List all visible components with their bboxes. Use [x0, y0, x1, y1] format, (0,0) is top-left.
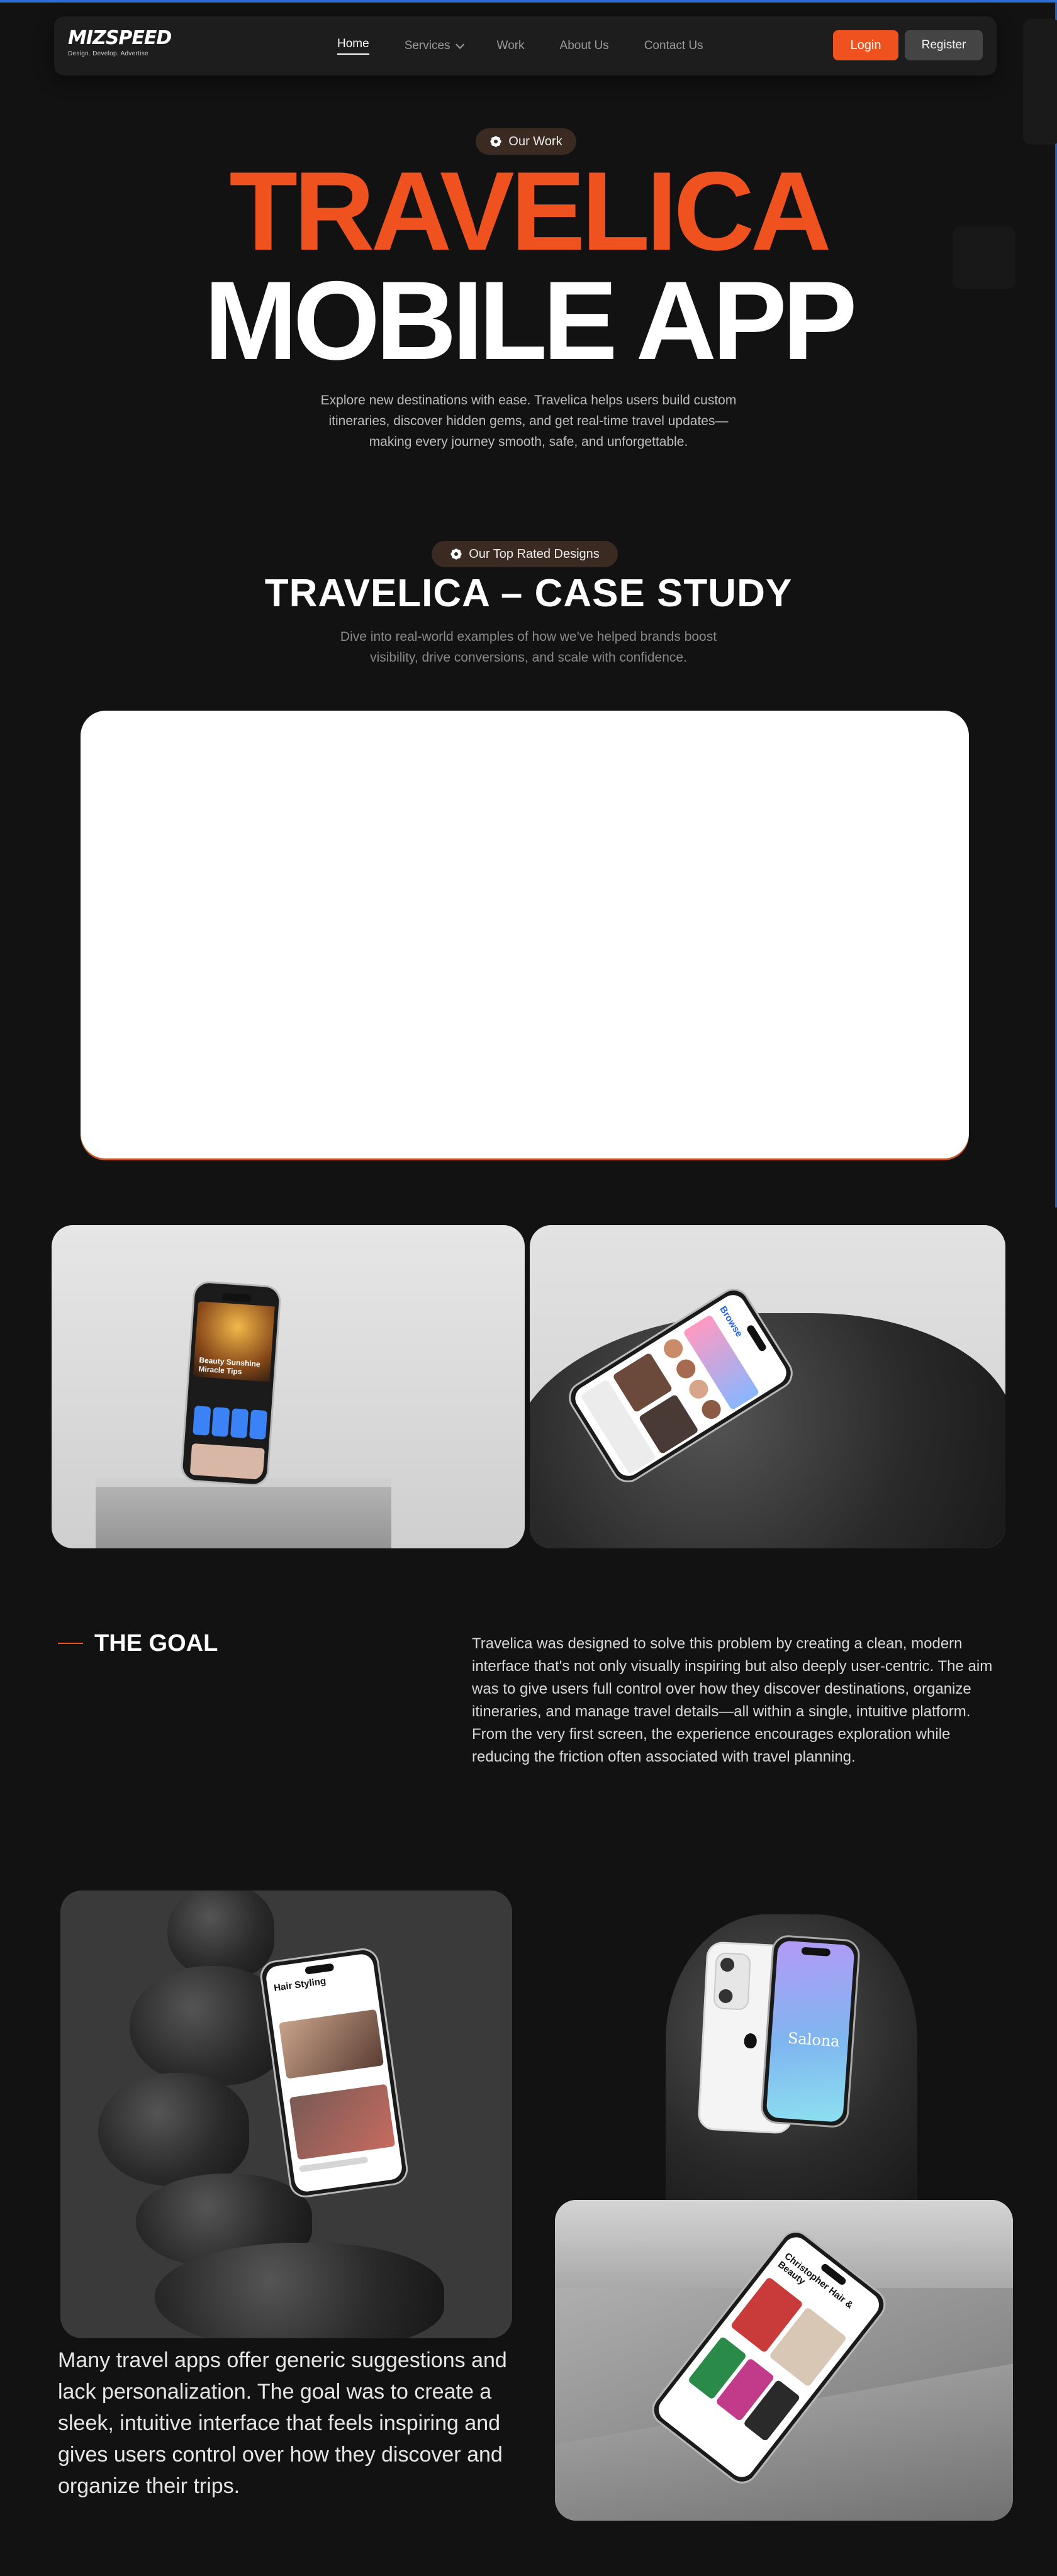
logo-tagline: Design. Develop. Advertise	[68, 50, 148, 57]
phone-mockup: Hair Styling	[258, 1946, 410, 2200]
goal-text: Travelica was designed to solve this pro…	[472, 1635, 993, 1765]
case-study-description: Dive into real-world examples of how we'…	[340, 630, 717, 665]
goal-divider	[58, 1643, 83, 1644]
mockup-image-stacked-rocks: Hair Styling	[60, 1890, 512, 2338]
rock	[167, 1890, 274, 1979]
pill-label: Our Work	[508, 134, 562, 148]
mockup-image-stairs: Christopher Hair & Beauty	[555, 2200, 1013, 2521]
hero-description: Explore new destinations with ease. Trav…	[320, 393, 737, 449]
nav-link-about[interactable]: About Us	[560, 39, 609, 53]
nav-link-home[interactable]: Home	[337, 37, 369, 55]
mockup-image-phone-back: Salona	[640, 1902, 942, 2204]
side-panel	[1023, 19, 1057, 145]
phone-screen-title: Hair Styling	[273, 1975, 327, 1994]
nav-links: Home Services Work About Us Contact Us	[337, 16, 703, 75]
nav-link-label: Services	[404, 39, 450, 52]
phone-screen-title: Salona	[787, 2029, 841, 2051]
rock	[98, 2073, 249, 2186]
navbar: MIZSPEED Design. Develop. Advertise Home…	[54, 16, 997, 75]
bottom-paragraph: Many travel apps offer generic suggestio…	[58, 2348, 507, 2498]
goal-heading: THE GOAL	[94, 1630, 218, 1657]
nav-link-services[interactable]: Services	[404, 39, 464, 53]
hero-title-line2: MOBILE APP	[204, 258, 857, 383]
register-button[interactable]: Register	[905, 30, 983, 60]
chevron-down-icon	[455, 40, 464, 49]
mockup-image-rock: Browse	[530, 1225, 1005, 1548]
case-study-title: TRAVELICA – CASE STUDY	[264, 572, 793, 615]
logo[interactable]: MIZSPEED Design. Develop. Advertise	[68, 27, 172, 63]
top-rated-pill: Our Top Rated Designs	[432, 541, 618, 567]
logo-text: MIZSPEED	[68, 27, 172, 49]
login-button[interactable]: Login	[833, 30, 898, 60]
pill-label: Our Top Rated Designs	[469, 547, 600, 561]
nav-link-work[interactable]: Work	[497, 39, 525, 53]
phone-mockup: Salona	[759, 1934, 861, 2129]
top-border	[0, 0, 1057, 3]
media-placeholder	[81, 711, 969, 1158]
mockup-image-pedestal: Beauty Sunshine Miracle Tips	[52, 1225, 525, 1548]
pedestal	[96, 1483, 391, 1548]
hero-title-line1: TRAVELICA	[229, 148, 831, 274]
sparkle-icon	[489, 135, 502, 148]
sparkle-icon	[450, 548, 462, 560]
phone-mockup: Beauty Sunshine Miracle Tips	[180, 1280, 282, 1487]
nav-link-contact[interactable]: Contact Us	[644, 39, 703, 53]
